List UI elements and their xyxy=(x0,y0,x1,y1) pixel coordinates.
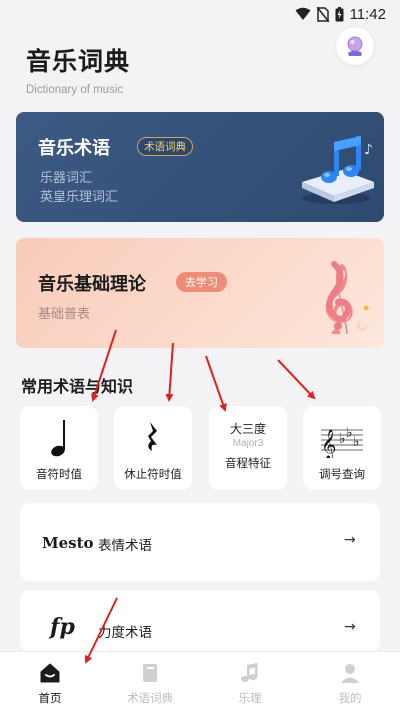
terms-card-tag: 术语词典 xyxy=(137,137,193,156)
music-note-3d-icon: ♪ xyxy=(296,132,380,212)
no-sim-icon xyxy=(316,6,329,22)
battery-charging-icon xyxy=(335,6,344,21)
arrow-right-icon: → xyxy=(344,619,356,635)
tile-label: 音符时值 xyxy=(36,467,82,481)
tile-label: 休止符时值 xyxy=(124,467,182,481)
tile-rest-duration[interactable]: 休止符时值 xyxy=(114,406,192,490)
terms-card-line-2: 英皇乐理词汇 xyxy=(40,190,119,205)
terms-card-title: 音乐术语 xyxy=(38,138,110,159)
tile-key-signature[interactable]: 𝄞 ♭ ♭ ♭ 调号查询 xyxy=(303,406,381,490)
wifi-icon xyxy=(295,7,311,20)
row-mark: Mesto xyxy=(42,534,94,552)
tab-label: 首页 xyxy=(38,691,62,705)
tab-theory[interactable]: 乐理 xyxy=(210,662,290,706)
svg-text:♭: ♭ xyxy=(339,431,346,447)
expression-terms-row[interactable]: Mesto 表情术语 → xyxy=(20,503,380,581)
page-header: 音乐词典 Dictionary of music xyxy=(26,42,130,96)
status-time: 11:42 xyxy=(349,5,386,23)
crystal-ball-avatar-icon xyxy=(347,36,363,56)
theory-card-title: 音乐基础理论 xyxy=(38,274,146,295)
quarter-note-icon xyxy=(47,414,71,462)
book-icon xyxy=(143,664,157,682)
go-learn-button[interactable]: 去学习 xyxy=(176,272,227,292)
key-signature-icon: 𝄞 ♭ ♭ ♭ xyxy=(319,414,365,462)
dynamics-terms-row[interactable]: fp 力度术语 → xyxy=(20,590,380,652)
svg-text:♭: ♭ xyxy=(346,425,353,441)
section-title: 常用术语与知识 xyxy=(21,377,134,396)
page-subtitle: Dictionary of music xyxy=(26,84,124,96)
quarter-rest-icon xyxy=(143,414,163,462)
annotation-arrow xyxy=(165,342,174,402)
row-label: 表情术语 xyxy=(98,538,152,554)
svg-text:♪: ♪ xyxy=(364,142,373,158)
avatar[interactable] xyxy=(336,27,374,65)
music-note-icon xyxy=(241,663,258,682)
status-bar: 11:42 xyxy=(0,0,400,28)
home-icon xyxy=(40,663,60,683)
svg-text:𝄞: 𝄞 xyxy=(321,429,336,458)
basic-theory-card[interactable]: 音乐基础理论 去学习 基础普表 𝄞 xyxy=(16,238,384,348)
tab-label: 乐理 xyxy=(238,691,262,705)
tab-home[interactable]: 首页 xyxy=(10,662,90,706)
tile-label: 调号查询 xyxy=(319,467,365,481)
tab-mine[interactable]: 我的 xyxy=(310,662,390,706)
annotation-arrow xyxy=(277,359,316,400)
user-icon xyxy=(341,664,359,683)
page-title: 音乐词典 xyxy=(26,47,131,76)
tile-interval[interactable]: 大三度 Major3 音程特征 xyxy=(209,406,287,490)
svg-text:♭: ♭ xyxy=(353,434,360,450)
tab-label: 我的 xyxy=(338,691,362,705)
bottom-tab-bar: 首页 术语词典 乐理 我的 xyxy=(0,651,400,711)
arrow-right-icon: → xyxy=(344,532,356,548)
treble-clef-3d-icon: 𝄞 xyxy=(312,256,382,341)
row-label: 力度术语 xyxy=(98,625,152,641)
tile-label: 音程特征 xyxy=(225,456,271,470)
tab-terms-dictionary[interactable]: 术语词典 xyxy=(110,662,190,706)
interval-example-en: Major3 xyxy=(232,438,264,449)
tab-label: 术语词典 xyxy=(127,691,173,705)
tile-note-duration[interactable]: 音符时值 xyxy=(20,406,98,490)
theory-card-subtitle: 基础普表 xyxy=(38,307,91,322)
annotation-arrow xyxy=(205,355,227,412)
row-mark: fp xyxy=(50,614,75,640)
music-terms-card[interactable]: 音乐术语 术语词典 乐器词汇 英皇乐理词汇 ♪ xyxy=(16,112,384,222)
terms-card-line-1: 乐器词汇 xyxy=(40,171,93,186)
interval-example: 大三度 xyxy=(229,422,266,436)
